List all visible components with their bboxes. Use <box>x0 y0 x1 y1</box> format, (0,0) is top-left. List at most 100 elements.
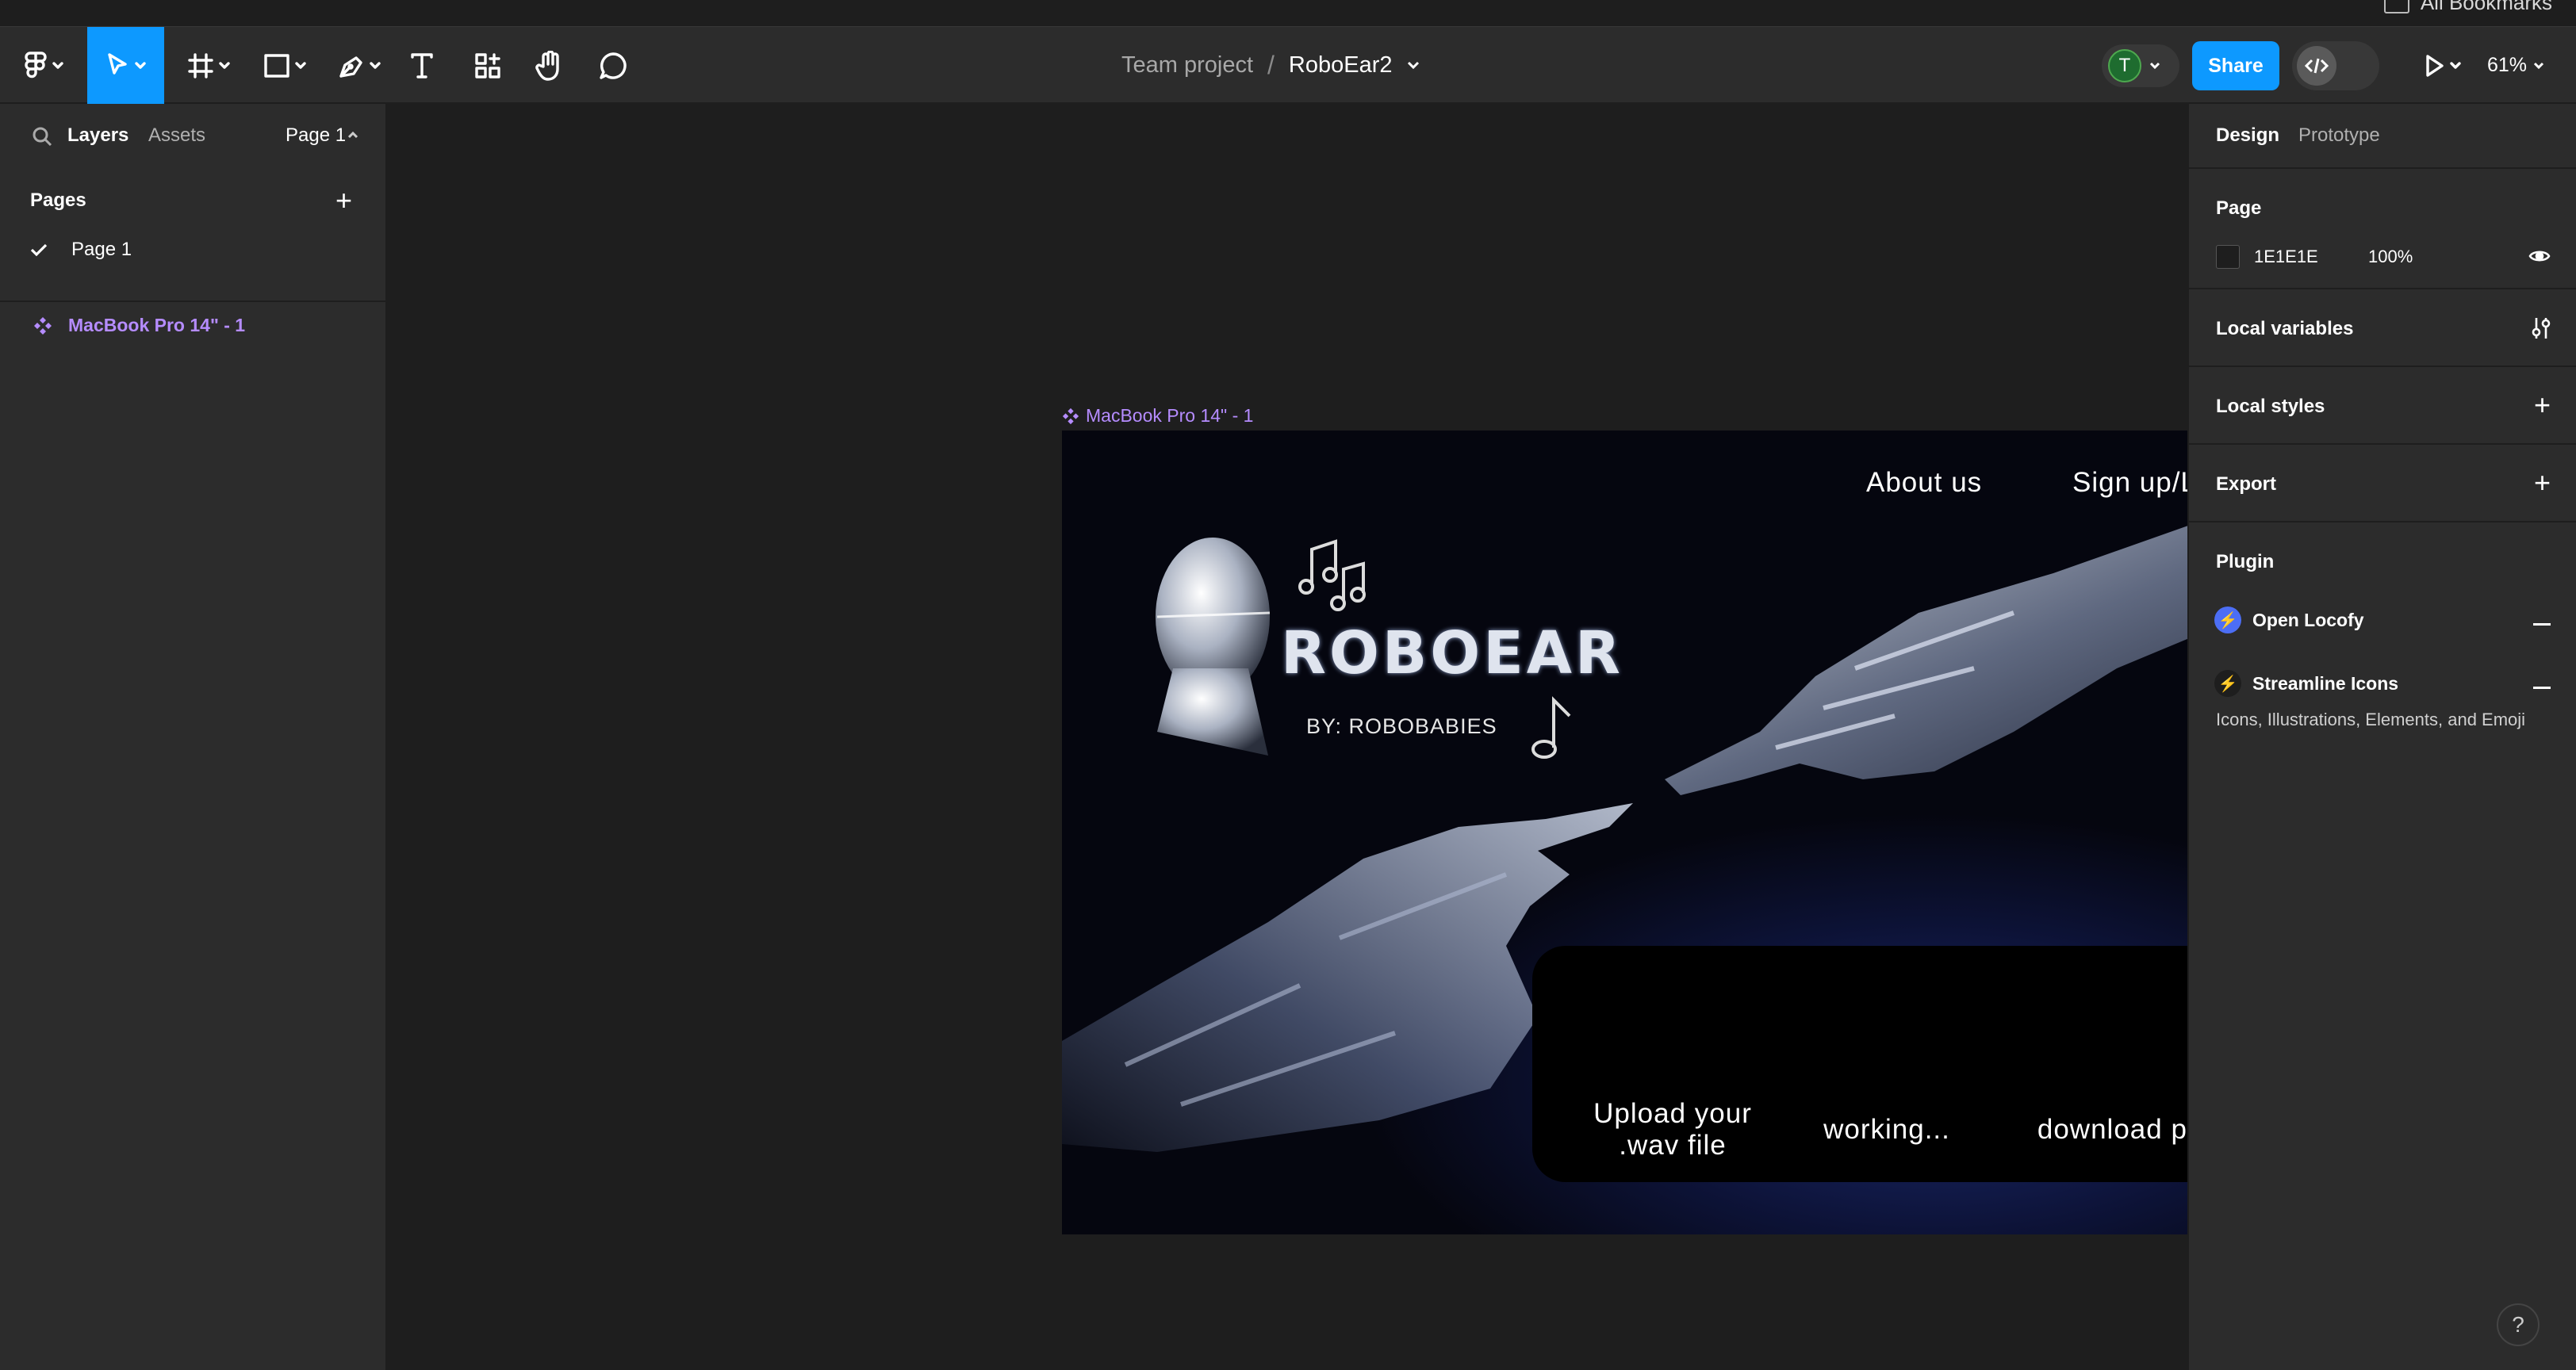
page-color-hex[interactable]: 1E1E1E <box>2254 247 2318 267</box>
plugin-description: Icons, Illustrations, Elements, and Emoj… <box>2216 710 2526 729</box>
checkmark-icon <box>30 243 48 257</box>
bookmarks-bar[interactable]: All Bookmarks <box>2383 0 2552 15</box>
toolbar: Team project / RoboEar2 T Share 61% <box>0 27 2576 104</box>
cursor-arrow-icon <box>107 52 127 75</box>
hand-tool-button[interactable] <box>528 27 571 104</box>
export-title: Export <box>2216 473 2277 495</box>
dev-mode-toggle[interactable] <box>2292 41 2379 90</box>
comment-tool-button[interactable] <box>592 27 634 104</box>
step-upload-label[interactable]: Upload your .wav file <box>1562 1098 1784 1161</box>
layer-row-frame[interactable]: MacBook Pro 14" - 1 <box>33 315 245 336</box>
page-list-item[interactable]: Page 1 <box>30 239 132 261</box>
remove-plugin-button[interactable] <box>2533 623 2551 626</box>
dev-mode-knob <box>2297 46 2336 86</box>
zoom-menu[interactable]: 61% <box>2487 27 2544 104</box>
plugin-name: Open Locofy <box>2252 609 2364 630</box>
logo-subtitle: BY: ROBOBABIES <box>1306 714 1497 738</box>
step-upload-line2: .wav file <box>1619 1130 1727 1161</box>
chevron-down-icon <box>2533 62 2544 69</box>
chevron-down-icon <box>134 61 146 69</box>
play-icon <box>2426 54 2444 77</box>
zoom-label: 61% <box>2487 54 2528 76</box>
chevron-down-icon[interactable] <box>1407 61 1420 71</box>
multiplayer-avatars[interactable]: T <box>2102 44 2179 87</box>
add-export-button[interactable]: + <box>2534 469 2551 497</box>
share-button[interactable]: Share <box>2192 41 2279 90</box>
macbook-frame[interactable]: About us Sign up/Login ROBOEAR BY: ROBOB… <box>1062 431 2301 1234</box>
frame-tool-button[interactable] <box>179 27 238 104</box>
page-list-item-label: Page 1 <box>71 239 132 260</box>
tab-design[interactable]: Design <box>2216 124 2279 147</box>
chevron-down-icon <box>52 61 63 69</box>
frame-hash-icon <box>188 52 213 78</box>
export-section: Export + <box>2189 445 2576 522</box>
help-button[interactable]: ? <box>2497 1303 2540 1346</box>
frame-name-label[interactable]: MacBook Pro 14" - 1 <box>1062 405 1253 427</box>
add-page-button[interactable]: + <box>335 186 352 215</box>
add-style-button[interactable]: + <box>2534 391 2551 419</box>
chevron-down-icon <box>295 61 306 69</box>
pen-icon <box>339 55 362 78</box>
actions-tool-button[interactable] <box>466 27 509 104</box>
chevron-down-icon <box>370 61 381 69</box>
tab-layers[interactable]: Layers <box>67 124 128 147</box>
pages-heading: Pages <box>30 189 86 211</box>
page-color-swatch[interactable] <box>2216 245 2240 269</box>
browser-top-strip: All Bookmarks <box>0 0 2576 27</box>
main-menu-button[interactable] <box>16 27 71 104</box>
page-section-title: Page <box>2216 197 2262 219</box>
left-panel-tabs: Layers Assets Page 1 <box>0 104 387 169</box>
panel-divider <box>0 300 387 302</box>
pen-tool-button[interactable] <box>330 27 389 104</box>
layer-label: MacBook Pro 14" - 1 <box>68 315 246 335</box>
folder-icon <box>2383 0 2409 13</box>
breadcrumb-separator: / <box>1267 51 1275 79</box>
step-working-label: working... <box>1823 1114 1950 1145</box>
plugin-streamline-icons[interactable]: ⚡ Streamline Icons <box>2214 670 2398 697</box>
shape-tool-button[interactable] <box>255 27 314 104</box>
local-variables-title[interactable]: Local variables <box>2216 318 2353 340</box>
lightning-icon: ⚡ <box>2214 607 2241 633</box>
present-button[interactable] <box>2411 27 2474 104</box>
search-icon[interactable] <box>32 126 52 147</box>
local-styles-title: Local styles <box>2216 396 2325 417</box>
move-tool-button[interactable] <box>87 27 164 104</box>
eye-icon[interactable] <box>2528 248 2551 264</box>
avatar[interactable]: T <box>2108 49 2141 82</box>
tab-assets[interactable]: Assets <box>148 124 205 147</box>
rectangle-icon <box>264 53 289 78</box>
local-variables-section: Local variables <box>2189 289 2576 367</box>
properties-panel: Design Prototype Page 1E1E1E 100% Local … <box>2187 104 2576 1370</box>
component-diamond-icon <box>1062 408 1079 424</box>
page-section: Page 1E1E1E 100% <box>2189 169 2576 289</box>
text-icon <box>411 52 433 78</box>
right-panel-tabs: Design Prototype <box>2189 104 2576 169</box>
plugin-section: Plugin ⚡ Open Locofy ⚡ Streamline Icons … <box>2189 522 2576 729</box>
chevron-up-icon[interactable] <box>347 131 358 139</box>
frame-label-text: MacBook Pro 14" - 1 <box>1086 405 1254 426</box>
chevron-down-icon <box>219 61 230 69</box>
page-selector[interactable]: Page 1 <box>286 124 346 147</box>
project-name[interactable]: Team project <box>1121 52 1253 78</box>
layers-panel: Layers Assets Page 1 Pages + Page 1 MacB… <box>0 104 387 1370</box>
text-tool-button[interactable] <box>403 27 441 104</box>
chevron-down-icon <box>2149 62 2160 70</box>
logo-title: ROBOEAR <box>1281 619 1624 687</box>
remove-plugin-button[interactable] <box>2533 687 2551 689</box>
local-styles-section: Local styles + <box>2189 367 2576 445</box>
page-opacity[interactable]: 100% <box>2368 247 2413 267</box>
design-canvas[interactable]: MacBook Pro 14" - 1 About us Sign up/Log… <box>387 104 2301 1370</box>
step-upload-line1: Upload your <box>1593 1098 1752 1129</box>
hand-icon <box>535 50 559 81</box>
code-brackets-icon <box>2305 58 2329 74</box>
chevron-down-icon <box>2450 61 2461 69</box>
file-breadcrumb: Team project / RoboEar2 <box>1121 27 1420 104</box>
component-diamond-icon <box>34 316 52 335</box>
plugin-open-locofy[interactable]: ⚡ Open Locofy <box>2214 607 2364 633</box>
tab-prototype[interactable]: Prototype <box>2298 124 2380 147</box>
plugin-name: Streamline Icons <box>2252 672 2399 694</box>
variables-sliders-icon[interactable] <box>2532 316 2551 340</box>
file-name[interactable]: RoboEar2 <box>1289 52 1393 78</box>
nav-about-link[interactable]: About us <box>1866 467 1982 499</box>
figma-logo-icon <box>25 51 47 78</box>
